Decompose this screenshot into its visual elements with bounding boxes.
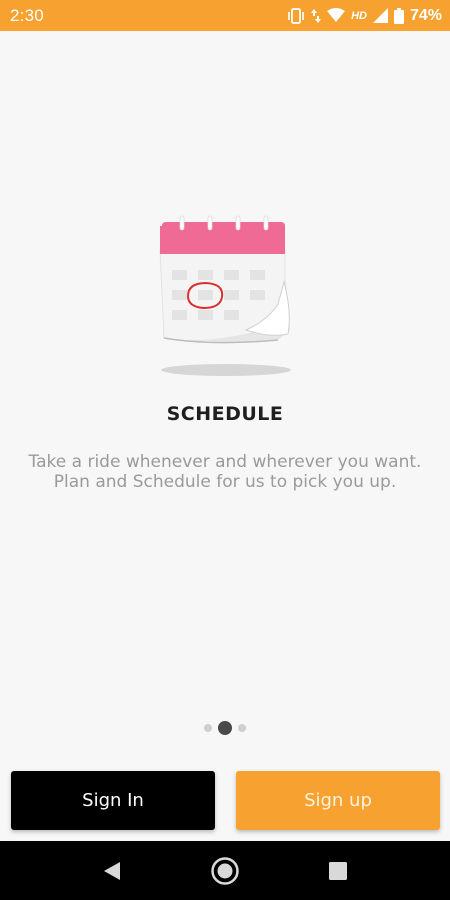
onboarding-title: SCHEDULE <box>166 403 284 425</box>
data-arrows-icon <box>311 8 322 24</box>
page-dot-active[interactable] <box>218 721 232 735</box>
signal-icon <box>372 8 388 23</box>
onboarding-description: Take a ride whenever and wherever you wa… <box>28 452 422 492</box>
status-time: 2:30 <box>10 5 44 25</box>
sign-up-button[interactable]: Sign up <box>236 771 440 830</box>
back-triangle-icon[interactable] <box>96 855 128 887</box>
onboarding-screen: 2:30 HD 74% SCHEDULE Take a ride wheneve… <box>0 0 450 900</box>
page-dot[interactable] <box>204 724 212 732</box>
battery-percentage: 74% <box>409 6 442 24</box>
calendar-icon <box>150 212 300 382</box>
status-bar: 2:30 HD 74% <box>0 0 450 31</box>
recents-square-icon[interactable] <box>322 855 354 887</box>
page-indicator <box>0 721 450 735</box>
system-nav-bar <box>0 841 450 900</box>
vibrate-icon <box>287 7 305 24</box>
wifi-icon <box>327 8 346 23</box>
sign-in-button[interactable]: Sign In <box>11 771 215 830</box>
page-dot[interactable] <box>238 724 246 732</box>
battery-icon <box>393 7 404 24</box>
status-icons: HD 74% <box>287 7 442 25</box>
network-type-label: HD <box>351 9 367 22</box>
home-circle-icon[interactable] <box>209 855 241 887</box>
